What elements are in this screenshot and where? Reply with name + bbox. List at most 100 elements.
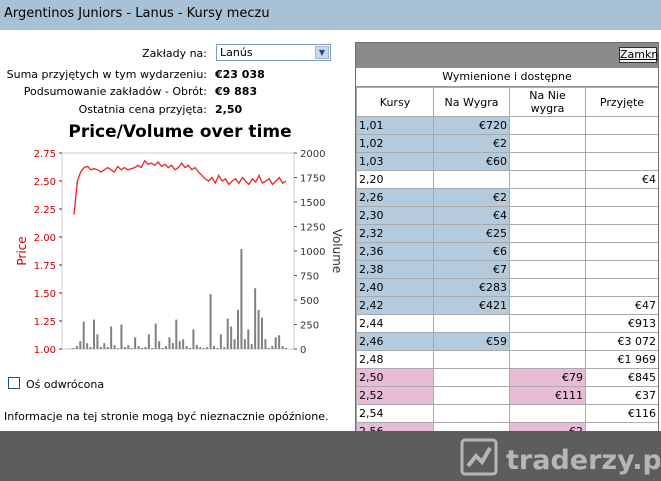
volume-bar <box>82 321 85 349</box>
y2-tick-label: 250 <box>300 321 319 332</box>
lay-cell <box>509 242 586 261</box>
odds-row[interactable]: 2,54 €116 <box>356 404 658 423</box>
y-axis-label: Price <box>15 236 29 265</box>
volume-bar <box>237 309 239 349</box>
volume-bar <box>243 339 246 349</box>
back-cell: €60 <box>433 152 510 171</box>
odds-cell: 2,38 <box>356 260 434 279</box>
volume-bar <box>202 348 205 349</box>
odds-row[interactable]: 2,26 €2 <box>356 188 658 207</box>
odds-row[interactable]: 2,32 €25 <box>356 224 658 243</box>
matched-cell <box>585 116 658 135</box>
matched-cell: €845 <box>585 368 658 387</box>
selection-dropdown[interactable]: Lanús ▼ <box>216 44 331 61</box>
lay-cell <box>509 404 586 423</box>
volume-bar <box>154 323 157 349</box>
volume-bar <box>261 317 263 349</box>
volume-bar <box>257 309 260 349</box>
y-tick-label: 1.00 <box>34 345 56 356</box>
volume-bar <box>281 346 284 349</box>
volume-bar <box>106 347 109 349</box>
back-cell <box>433 404 510 423</box>
chevron-down-icon[interactable]: ▼ <box>315 46 329 59</box>
close-button[interactable]: Zamknij <box>619 47 658 63</box>
selection-value: Lanús <box>220 46 253 59</box>
odds-cell: 2,54 <box>356 404 434 423</box>
odds-cell: 2,30 <box>356 206 434 225</box>
column-header-back: Na Wygra <box>433 87 510 117</box>
matched-cell <box>585 242 658 261</box>
volume-bar <box>175 319 178 349</box>
reverse-axes-label: Oś odwrócona <box>26 378 105 391</box>
volume-bar <box>89 347 92 349</box>
odds-row[interactable]: 2,20 €4 <box>356 170 658 189</box>
volume-bar <box>240 249 243 349</box>
y-tick-label: 1.50 <box>34 289 56 300</box>
odds-row[interactable]: 2,30 €4 <box>356 206 658 225</box>
odds-row[interactable]: 2,48 €1 969 <box>356 350 658 369</box>
back-cell <box>433 368 510 387</box>
odds-cell: 2,52 <box>356 386 434 405</box>
odds-cell: 2,46 <box>356 332 434 351</box>
y-tick-label: 2.25 <box>34 205 56 216</box>
back-cell: €2 <box>433 188 510 207</box>
lay-cell <box>509 314 586 333</box>
odds-row[interactable]: 2,46 €59 €3 072 <box>356 332 658 351</box>
matched-cell: €913 <box>585 314 658 333</box>
odds-row[interactable]: 2,44 €913 <box>356 314 658 333</box>
odds-row[interactable]: 2,40 €283 <box>356 278 658 297</box>
back-cell: €421 <box>433 296 510 315</box>
volume-bar <box>192 329 195 349</box>
y-tick-label: 2.00 <box>34 233 56 244</box>
traderzy-logo: traderzy.pl <box>460 438 660 476</box>
volume-bar <box>250 344 253 349</box>
odds-cell: 2,42 <box>356 296 434 315</box>
volume-bar <box>93 319 95 349</box>
odds-cell: 2,40 <box>356 278 434 297</box>
odds-row[interactable]: 1,02 €2 <box>356 134 658 153</box>
matched-cell <box>585 134 658 153</box>
odds-row[interactable]: 2,42 €421 €47 <box>356 296 658 315</box>
volume-bar <box>165 346 167 349</box>
odds-row[interactable]: 1,03 €60 <box>356 152 658 171</box>
volume-bar <box>72 348 75 349</box>
matched-cell: €47 <box>585 296 658 315</box>
volume-bar <box>120 324 123 349</box>
volume-bar <box>274 337 277 349</box>
turnover-label: Podsumowanie zakładów - Obrót: <box>23 85 207 98</box>
back-cell: €283 <box>433 278 510 297</box>
volume-bar <box>69 348 71 350</box>
lay-cell <box>509 296 586 315</box>
volume-bar <box>195 345 198 349</box>
last-price-label: Ostatnia cena przyjęta: <box>78 103 207 116</box>
y2-axis-label: Volume <box>330 229 344 274</box>
volume-bar <box>161 348 164 349</box>
odds-row[interactable]: 2,52 €111 €37 <box>356 386 658 405</box>
y-tick-label: 2.75 <box>34 149 56 160</box>
odds-row[interactable]: 2,50 €79 €845 <box>356 368 658 387</box>
lay-cell <box>509 116 586 135</box>
lay-cell: €111 <box>509 386 586 405</box>
chart-title: Price/Volume over time <box>68 122 292 142</box>
odds-row[interactable]: 2,36 €6 <box>356 242 658 261</box>
volume-bar <box>99 347 102 349</box>
svg-text:traderzy.pl: traderzy.pl <box>506 445 660 476</box>
odds-row[interactable]: 2,38 €7 <box>356 260 658 279</box>
volume-bar <box>168 337 171 349</box>
total-matched-label: Suma przyjętych w tym wydarzeniu: <box>6 68 207 81</box>
reverse-axes-checkbox[interactable] <box>8 377 20 389</box>
column-header-matched: Przyjęte <box>585 87 658 117</box>
odds-cell: 2,32 <box>356 224 434 243</box>
y-tick-label: 1.25 <box>34 317 56 328</box>
volume-bar <box>206 347 209 349</box>
column-header-odds: Kursy <box>356 87 434 117</box>
y2-tick-label: 1750 <box>300 174 325 185</box>
back-cell: €4 <box>433 206 510 225</box>
delay-info-text: Informacje na tej stronie mogą być niezn… <box>4 410 329 423</box>
y2-tick-label: 1500 <box>300 198 325 209</box>
volume-bar <box>127 345 130 349</box>
odds-panel: Zamknij Wymienione i dostępne Kursy Na W… <box>355 42 659 467</box>
odds-row[interactable]: 1,01 €720 <box>356 116 658 135</box>
matched-cell: €1 969 <box>585 350 658 369</box>
odds-cell: 2,20 <box>356 170 434 189</box>
